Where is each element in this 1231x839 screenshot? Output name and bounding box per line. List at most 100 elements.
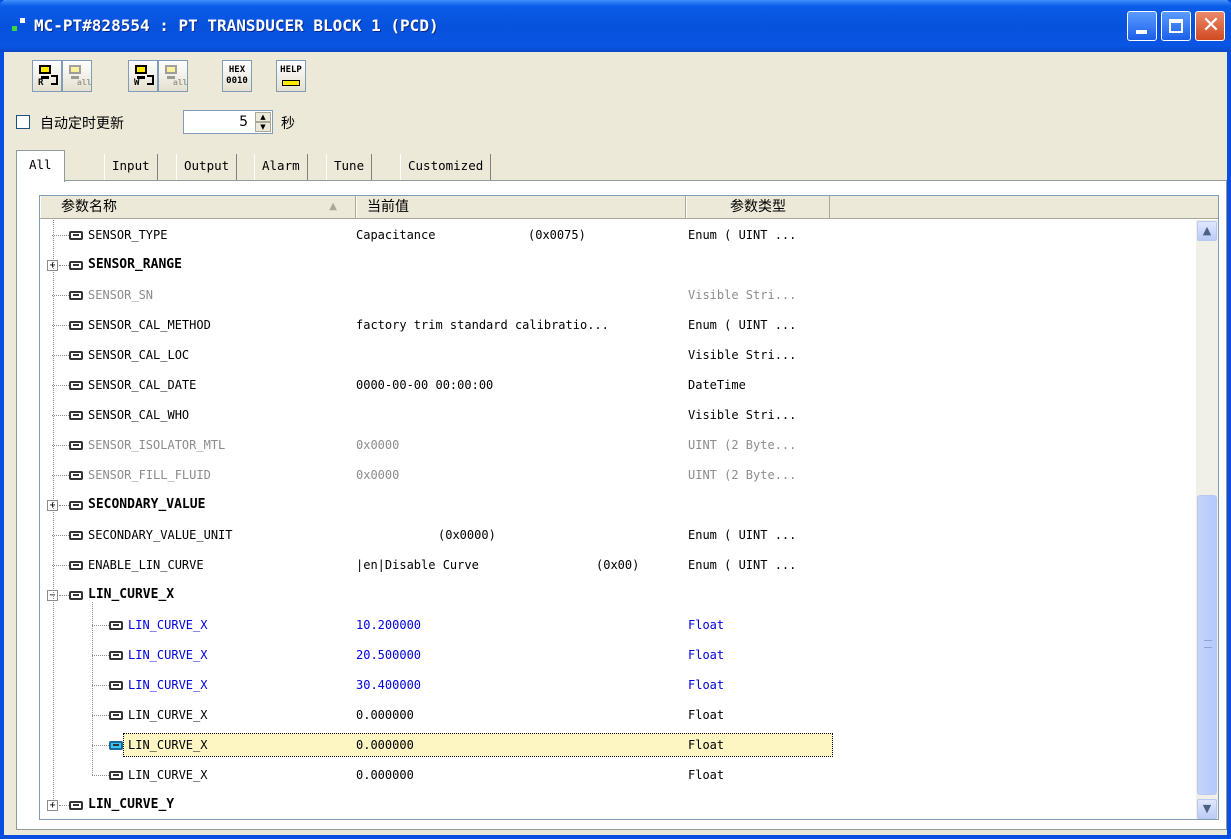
table-row[interactable]: SECONDARY_VALUE_UNIT (0x0000) Enum ( UINT …	[40, 520, 1195, 550]
parameter-type: UINT (2 Byte...	[688, 438, 797, 452]
write-all-icon: all	[164, 65, 187, 87]
parameter-icon	[109, 771, 123, 780]
tab-output[interactable]: Output	[176, 154, 238, 180]
parameter-type: Float	[688, 708, 725, 722]
parameter-icon	[109, 651, 123, 660]
spin-up-icon[interactable]: ▲	[255, 112, 271, 122]
column-header-type[interactable]: 参数类型	[686, 196, 830, 218]
scroll-up-icon[interactable]: ▲	[1197, 221, 1217, 241]
table-row[interactable]: SENSOR_FILL_FLUID 0x0000 UINT (2 Byte...	[40, 460, 1195, 490]
parameter-icon	[69, 291, 83, 300]
scroll-down-icon[interactable]: ▼	[1197, 799, 1217, 819]
parameter-name: SENSOR_SN	[88, 288, 154, 302]
parameter-value: 0.000000	[356, 768, 414, 782]
parameter-icon	[69, 321, 83, 330]
interval-spinner[interactable]: 5 ▲ ▼	[183, 110, 273, 134]
write-device-icon: W	[134, 65, 154, 88]
grid-header: 参数名称 ▲ 当前值 参数类型	[40, 196, 1218, 219]
parameter-hex-value: (0x0075)	[528, 228, 586, 242]
table-row[interactable]: SENSOR_TYPE Capacitance (0x0075) Enum ( UIN…	[40, 220, 1195, 250]
parameter-type: Float	[688, 648, 725, 662]
main-window: MC-PT#828554 : PT TRANSDUCER BLOCK 1 (PC…	[0, 0, 1231, 839]
tab-strip: All Input Output Alarm Tune Customized	[16, 150, 616, 182]
read-button[interactable]: R	[32, 60, 62, 92]
column-header-name[interactable]: 参数名称 ▲	[40, 196, 356, 218]
table-row[interactable]: SENSOR_ISOLATOR_MTL 0x0000 UINT (2 Byte...	[40, 430, 1195, 460]
write-all-button[interactable]: all	[158, 60, 188, 92]
table-row[interactable]: + SECONDARY_VALUE	[40, 490, 1195, 520]
app-icon	[12, 18, 28, 34]
tab-alarm[interactable]: Alarm	[254, 154, 308, 180]
column-header-value[interactable]: 当前值	[356, 196, 686, 218]
spin-down-icon[interactable]: ▼	[255, 122, 271, 132]
table-row[interactable]: − LIN_CURVE_X	[40, 580, 1195, 610]
table-row[interactable]: + SENSOR_RANGE	[40, 250, 1195, 280]
tab-panel: 参数名称 ▲ 当前值 参数类型 SENSOR_TYPE Capacitance (0…	[16, 180, 1227, 830]
tree-connector	[92, 602, 93, 775]
scroll-thumb[interactable]	[1197, 495, 1217, 795]
table-row[interactable]: SENSOR_CAL_DATE 0000-00-00 00:00:00 DateTi…	[40, 370, 1195, 400]
parameter-type: Float	[688, 678, 725, 692]
close-button[interactable]: ✕	[1195, 11, 1225, 41]
maximize-button[interactable]	[1161, 11, 1191, 41]
table-row[interactable]: SENSOR_CAL_WHO Visible Stri...	[40, 400, 1195, 430]
table-row[interactable]: ENABLE_LIN_CURVE |en|Disable Curve (0x00) E…	[40, 550, 1195, 580]
parameter-name: SENSOR_RANGE	[88, 257, 182, 272]
parameter-name: SENSOR_ISOLATOR_MTL	[88, 438, 226, 452]
hex-toggle-button[interactable]: HEX 0010	[222, 60, 252, 92]
table-row[interactable]: LIN_CURVE_X 20.500000 Float	[40, 640, 1195, 670]
write-button[interactable]: W	[128, 60, 158, 92]
toolbar: R all W all HEX 0010 HELP	[12, 60, 332, 96]
minimize-icon	[1136, 30, 1147, 34]
parameter-icon	[69, 531, 83, 540]
parameter-icon	[69, 561, 83, 570]
parameter-name: LIN_CURVE_X	[128, 678, 208, 692]
parameter-value: Capacitance	[356, 228, 436, 242]
parameter-name: LIN_CURVE_X	[128, 618, 208, 632]
table-row[interactable]: SENSOR_CAL_LOC Visible Stri...	[40, 340, 1195, 370]
parameter-icon	[69, 231, 83, 240]
tab-customized[interactable]: Customized	[400, 154, 492, 180]
parameter-type: DateTime	[688, 378, 746, 392]
parameter-icon	[69, 381, 83, 390]
maximize-icon	[1169, 19, 1183, 33]
table-row[interactable]: LIN_CURVE_X 0.000000 Float	[40, 730, 1195, 760]
auto-update-checkbox[interactable]	[16, 115, 30, 129]
parameter-name: LIN_CURVE_X	[128, 708, 208, 722]
title-bar[interactable]: MC-PT#828554 : PT TRANSDUCER BLOCK 1 (PC…	[0, 0, 1231, 52]
close-icon: ✕	[1201, 13, 1221, 38]
help-button[interactable]: HELP	[276, 60, 306, 92]
read-all-button[interactable]: all	[62, 60, 92, 92]
parameter-name: LIN_CURVE_X	[88, 587, 175, 602]
tab-all[interactable]: All	[16, 150, 65, 182]
parameter-value: 0x0000	[356, 438, 400, 452]
table-row[interactable]: LIN_CURVE_X 0.000000 Float	[40, 700, 1195, 730]
parameter-name: SENSOR_CAL_METHOD	[88, 318, 211, 332]
table-row[interactable]: + LIN_CURVE_Y	[40, 790, 1195, 819]
table-row[interactable]: SENSOR_CAL_METHOD factory trim standard c…	[40, 310, 1195, 340]
table-row[interactable]: LIN_CURVE_X 0.000000 Float	[40, 760, 1195, 790]
parameter-name: SENSOR_CAL_LOC	[88, 348, 190, 362]
tree-connector	[53, 220, 54, 805]
table-row[interactable]: SENSOR_SN Visible Stri...	[40, 280, 1195, 310]
parameter-value: 30.400000	[356, 678, 422, 692]
tab-tune[interactable]: Tune	[326, 154, 373, 180]
parameter-type: Float	[688, 738, 725, 752]
parameter-name: LIN_CURVE_X	[128, 768, 208, 782]
parameter-name: LIN_CURVE_X	[128, 648, 208, 662]
parameter-icon	[69, 441, 83, 450]
table-row[interactable]: LIN_CURVE_X 10.200000 Float	[40, 610, 1195, 640]
interval-value: 5	[239, 114, 248, 130]
vertical-scrollbar[interactable]: ▲ ▼	[1196, 220, 1218, 819]
minimize-button[interactable]	[1127, 11, 1157, 41]
parameter-icon	[69, 471, 83, 480]
parameter-value: 0.000000	[356, 738, 414, 752]
parameter-hex-value: (0x0000)	[438, 528, 496, 542]
table-row[interactable]: LIN_CURVE_X 30.400000 Float	[40, 670, 1195, 700]
parameter-type: UINT (2 Byte...	[688, 468, 797, 482]
parameter-icon	[69, 351, 83, 360]
parameter-value: 10.200000	[356, 618, 422, 632]
tab-input[interactable]: Input	[104, 154, 158, 180]
parameter-name: SECONDARY_VALUE	[88, 497, 206, 512]
parameter-type: Float	[688, 618, 725, 632]
